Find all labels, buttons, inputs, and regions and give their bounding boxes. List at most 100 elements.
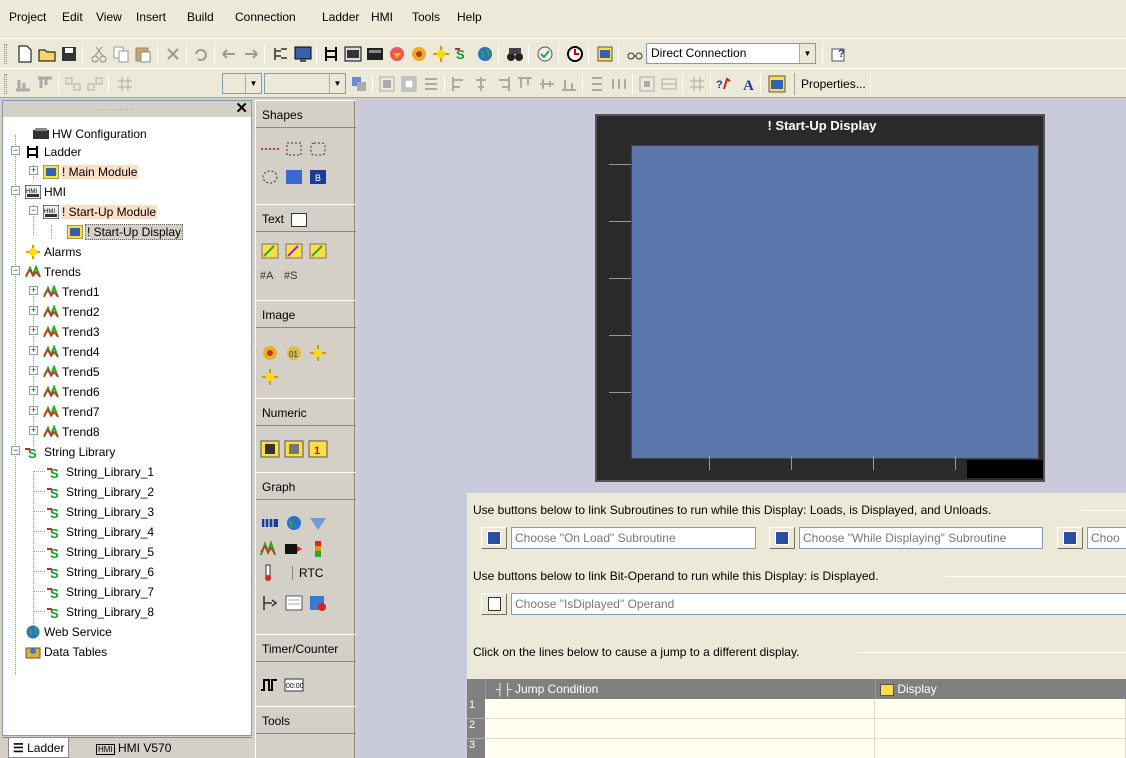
expand-icon[interactable]: +: [29, 346, 38, 355]
image-icon[interactable]: [260, 344, 280, 362]
bar-graph-icon[interactable]: [260, 514, 280, 532]
table-cell[interactable]: [485, 739, 875, 758]
schedule-icon[interactable]: [284, 594, 304, 612]
hmi-screen-canvas[interactable]: [631, 145, 1039, 459]
find-binoculars-icon[interactable]: [506, 45, 524, 63]
order-icon[interactable]: [422, 75, 440, 93]
font-name-select[interactable]: ▼: [222, 73, 262, 94]
tree-node-trend[interactable]: Trend4: [43, 341, 101, 361]
collapse-icon[interactable]: −: [11, 186, 20, 195]
expand-icon[interactable]: +: [29, 306, 38, 315]
tree-node-trend[interactable]: Trend8: [43, 421, 101, 441]
button-shape-icon[interactable]: B: [308, 168, 328, 186]
expand-icon[interactable]: +: [29, 386, 38, 395]
undo-icon[interactable]: [192, 45, 210, 63]
rounded-rect-icon[interactable]: [308, 140, 328, 158]
while-displaying-subroutine-button[interactable]: [769, 527, 795, 549]
chevron-down-icon[interactable]: ▼: [799, 44, 815, 63]
glasses-icon[interactable]: [626, 45, 644, 63]
line-shape-icon[interactable]: [260, 140, 280, 158]
collapse-icon[interactable]: −: [11, 266, 20, 275]
tree-node-trend[interactable]: Trend3: [43, 321, 101, 341]
table-cell[interactable]: [485, 719, 875, 739]
on-load-subroutine-button[interactable]: [481, 527, 507, 549]
properties-window-icon[interactable]: [768, 75, 786, 93]
align-center-icon[interactable]: [472, 75, 490, 93]
tree-node-hmi[interactable]: HMI HMI: [24, 181, 67, 201]
xy-graph-icon[interactable]: [284, 540, 304, 558]
table-cell[interactable]: [875, 739, 1126, 758]
thermometer-icon[interactable]: [260, 564, 280, 582]
tree-node-trend[interactable]: Trend6: [43, 381, 101, 401]
menu-help[interactable]: Help: [457, 10, 482, 24]
web-globe-icon[interactable]: [476, 45, 494, 63]
new-file-icon[interactable]: [16, 45, 34, 63]
row-header[interactable]: 2: [467, 719, 485, 739]
column-display[interactable]: Display: [875, 679, 1126, 699]
tree-node-trend[interactable]: Trend7: [43, 401, 101, 421]
space-vertical-icon[interactable]: [588, 75, 606, 93]
menu-insert[interactable]: Insert: [136, 10, 166, 24]
paste-icon[interactable]: [134, 45, 152, 63]
menu-connection[interactable]: Connection: [235, 10, 296, 24]
chevron-down-icon[interactable]: ▼: [245, 74, 261, 93]
download-icon[interactable]: [388, 45, 406, 63]
menu-tools[interactable]: Tools: [412, 10, 440, 24]
forward-icon[interactable]: [242, 45, 260, 63]
back-icon[interactable]: [220, 45, 238, 63]
isdisplayed-operand-button[interactable]: [481, 593, 507, 615]
snap-grid-icon[interactable]: [688, 75, 706, 93]
toolbar-grip[interactable]: [4, 44, 7, 64]
align-right-icon[interactable]: [494, 75, 512, 93]
expand-icon[interactable]: +: [29, 406, 38, 415]
meter-icon[interactable]: [308, 514, 328, 532]
grid-icon[interactable]: [116, 75, 134, 93]
toolbox-text-header[interactable]: Text: [256, 204, 356, 232]
row-header[interactable]: 1: [467, 699, 485, 719]
space-horizontal-icon[interactable]: [610, 75, 628, 93]
tree-node-data-tables[interactable]: Data Tables: [25, 641, 108, 661]
text-message-icon[interactable]: [308, 242, 328, 260]
cut-icon[interactable]: [90, 45, 108, 63]
ungroup-icon[interactable]: [86, 75, 104, 93]
expand-icon[interactable]: +: [29, 366, 38, 375]
while-displaying-subroutine-field[interactable]: Choose "While Displaying" Subroutine: [799, 527, 1043, 549]
on-unload-subroutine-field[interactable]: Choo: [1087, 527, 1126, 549]
text-list-icon[interactable]: [284, 242, 304, 260]
tab-ladder[interactable]: ☰ Ladder: [8, 738, 70, 758]
tree-node-ladder[interactable]: Ladder: [25, 141, 82, 161]
tree-node-startup-module[interactable]: HMI! Start-Up Module: [42, 201, 158, 221]
toolbox-shapes-header[interactable]: Shapes: [256, 100, 356, 128]
display-list-icon[interactable]: [596, 45, 614, 63]
align-bottom-icon[interactable]: [14, 75, 32, 93]
text-variable-icon[interactable]: [260, 242, 280, 260]
tree-node-string-library-item[interactable]: S String_Library_3: [47, 501, 155, 521]
numeric-text-s-icon[interactable]: #S: [284, 266, 304, 284]
tree-node-hw-configuration[interactable]: HW Configuration: [33, 123, 148, 143]
text-box-icon[interactable]: [291, 212, 308, 227]
hmi-icon[interactable]: [344, 45, 362, 63]
properties-button[interactable]: Properties...: [794, 73, 872, 95]
expand-icon[interactable]: +: [29, 286, 38, 295]
save-icon[interactable]: [60, 45, 78, 63]
timer-pulse-icon[interactable]: [260, 676, 280, 694]
animated-image-icon[interactable]: [308, 344, 328, 362]
clock-icon[interactable]: [566, 45, 584, 63]
on-load-subroutine-field[interactable]: Choose "On Load" Subroutine: [511, 527, 756, 549]
tab-hmi[interactable]: HMI HMI V570: [92, 738, 175, 758]
bring-front-icon[interactable]: [378, 75, 396, 93]
tree-node-string-library-item[interactable]: S String_Library_1: [47, 461, 155, 481]
tree-node-string-library-item[interactable]: S String_Library_4: [47, 521, 155, 541]
layer-icon[interactable]: [350, 75, 368, 93]
monitor-icon[interactable]: [294, 45, 312, 63]
tree-node-string-library[interactable]: S String Library: [25, 441, 116, 461]
plc-icon[interactable]: [366, 45, 384, 63]
ladder-icon[interactable]: [322, 45, 340, 63]
tree-node-web-service[interactable]: Web Service: [25, 621, 113, 641]
menu-edit[interactable]: Edit: [62, 10, 83, 24]
open-folder-icon[interactable]: [38, 45, 56, 63]
menu-view[interactable]: View: [96, 10, 122, 24]
tree-view-icon[interactable]: [272, 45, 290, 63]
tree-node-trend[interactable]: Trend1: [43, 281, 101, 301]
tree-node-alarms[interactable]: Alarms: [25, 241, 82, 261]
